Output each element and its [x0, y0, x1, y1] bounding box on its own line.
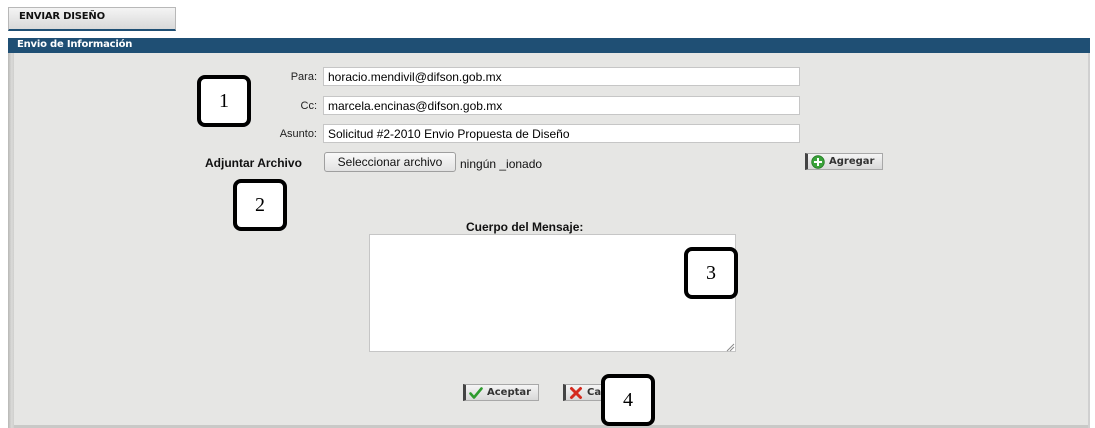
accept-button-label: Aceptar	[487, 387, 532, 398]
asunto-label: Asunto:	[279, 128, 317, 140]
tab-enviar-diseno[interactable]: ENVIAR DISEÑO	[8, 7, 176, 31]
panel-title: Envio de Información	[8, 38, 1090, 53]
tab-bar: ENVIAR DISEÑO	[0, 0, 1095, 36]
select-file-button[interactable]: Seleccionar archivo	[324, 152, 456, 172]
callout-1: 1	[197, 75, 251, 127]
para-label: Para:	[290, 71, 317, 83]
panel-left-border	[8, 53, 14, 428]
message-body-label: Cuerpo del Mensaje:	[466, 220, 584, 234]
plus-circle-icon	[811, 154, 825, 169]
resize-grip-icon[interactable]	[725, 341, 735, 352]
add-button[interactable]: Agregar	[805, 153, 883, 170]
callout-3: 3	[684, 247, 738, 299]
x-mark-icon	[569, 386, 583, 400]
callout-2: 2	[233, 179, 287, 231]
file-status-text: ningún _ionado	[460, 157, 543, 171]
cc-label: Cc:	[300, 100, 318, 112]
message-body-textarea[interactable]	[369, 234, 736, 352]
add-button-label: Agregar	[829, 156, 875, 167]
para-field[interactable]	[323, 67, 800, 86]
asunto-field[interactable]	[323, 124, 800, 143]
cc-field[interactable]	[323, 96, 800, 115]
cancel-button-label: Ca	[587, 387, 602, 398]
attach-label: Adjuntar Archivo	[205, 156, 302, 170]
accept-button[interactable]: Aceptar	[463, 384, 539, 401]
checkmark-icon	[469, 386, 483, 400]
callout-4: 4	[601, 374, 655, 426]
